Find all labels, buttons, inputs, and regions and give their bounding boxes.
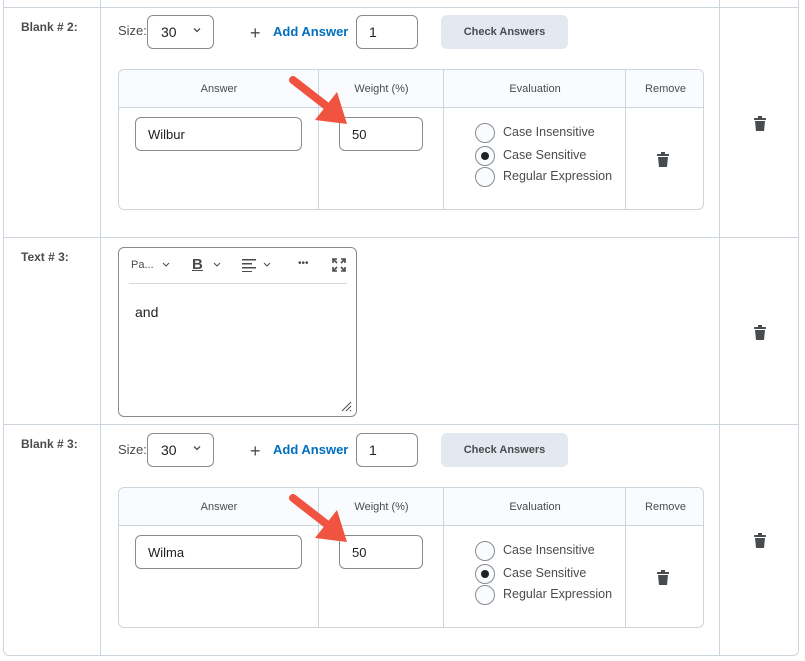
- chevron-down-icon: [263, 262, 271, 267]
- add-answer-count-input[interactable]: 1: [356, 15, 418, 49]
- answer-input[interactable]: Wilbur: [135, 117, 302, 151]
- bold-button[interactable]: B: [192, 256, 203, 273]
- column-header-remove: Remove: [645, 501, 686, 513]
- answers-table: Answer Weight (%) Evaluation Remove Wilb…: [118, 69, 704, 210]
- row-label: Text # 3:: [21, 250, 69, 264]
- check-answers-button[interactable]: Check Answers: [441, 15, 568, 49]
- plus-icon: +: [250, 23, 261, 43]
- answers-table: Answer Weight (%) Evaluation Remove Wilm…: [118, 487, 704, 628]
- resize-handle-icon[interactable]: [340, 400, 352, 412]
- row-label: Blank # 2:: [21, 20, 78, 34]
- column-header-weight: Weight (%): [354, 501, 409, 513]
- weight-input[interactable]: 50: [339, 117, 423, 151]
- chevron-down-icon: [162, 262, 170, 267]
- paragraph-format-dropdown[interactable]: Pa...: [131, 259, 154, 271]
- question-grid: Blank # 2: Size: 30 + Add Answer 1 Check…: [3, 0, 799, 656]
- table-header: Answer Weight (%) Evaluation Remove: [119, 70, 703, 108]
- add-answer-count-input[interactable]: 1: [356, 433, 418, 467]
- trash-icon[interactable]: [657, 570, 669, 585]
- answer-input[interactable]: Wilma: [135, 535, 302, 569]
- align-left-icon[interactable]: [242, 258, 256, 272]
- chevron-down-icon: [193, 28, 201, 33]
- row-label: Blank # 3:: [21, 437, 78, 451]
- trash-icon[interactable]: [754, 325, 766, 340]
- editor-toolbar: Pa... B •••: [129, 248, 347, 284]
- rich-text-editor[interactable]: Pa... B ••• and: [118, 247, 357, 417]
- fullscreen-icon[interactable]: [332, 258, 346, 272]
- column-header-answer: Answer: [200, 83, 238, 95]
- size-select[interactable]: 30: [147, 15, 214, 49]
- size-label: Size:: [118, 442, 147, 457]
- chevron-down-icon: [193, 446, 201, 451]
- blank-row-3: Blank # 3: Size: 30 + Add Answer 1 Check…: [4, 424, 798, 656]
- trash-icon[interactable]: [754, 533, 766, 548]
- table-header: Answer Weight (%) Evaluation Remove: [119, 488, 703, 526]
- check-answers-button[interactable]: Check Answers: [441, 433, 568, 467]
- blank-row-2: Blank # 2: Size: 30 + Add Answer 1 Check…: [4, 7, 798, 237]
- previous-row: [4, 0, 798, 7]
- text-row-3: Text # 3: Pa... B ••• and: [4, 237, 798, 424]
- editor-content[interactable]: and: [135, 304, 158, 320]
- column-header-evaluation: Evaluation: [509, 501, 561, 513]
- trash-icon[interactable]: [754, 116, 766, 131]
- trash-icon[interactable]: [657, 152, 669, 167]
- add-answer-link[interactable]: Add Answer: [273, 442, 348, 457]
- column-header-weight: Weight (%): [354, 83, 409, 95]
- weight-input[interactable]: 50: [339, 535, 423, 569]
- plus-icon: +: [250, 441, 261, 461]
- chevron-down-icon: [213, 262, 221, 267]
- column-header-evaluation: Evaluation: [509, 83, 561, 95]
- column-header-remove: Remove: [645, 83, 686, 95]
- more-options-button[interactable]: •••: [298, 258, 309, 269]
- column-header-answer: Answer: [200, 501, 238, 513]
- size-label: Size:: [118, 23, 147, 38]
- size-select[interactable]: 30: [147, 433, 214, 467]
- add-answer-link[interactable]: Add Answer: [273, 24, 348, 39]
